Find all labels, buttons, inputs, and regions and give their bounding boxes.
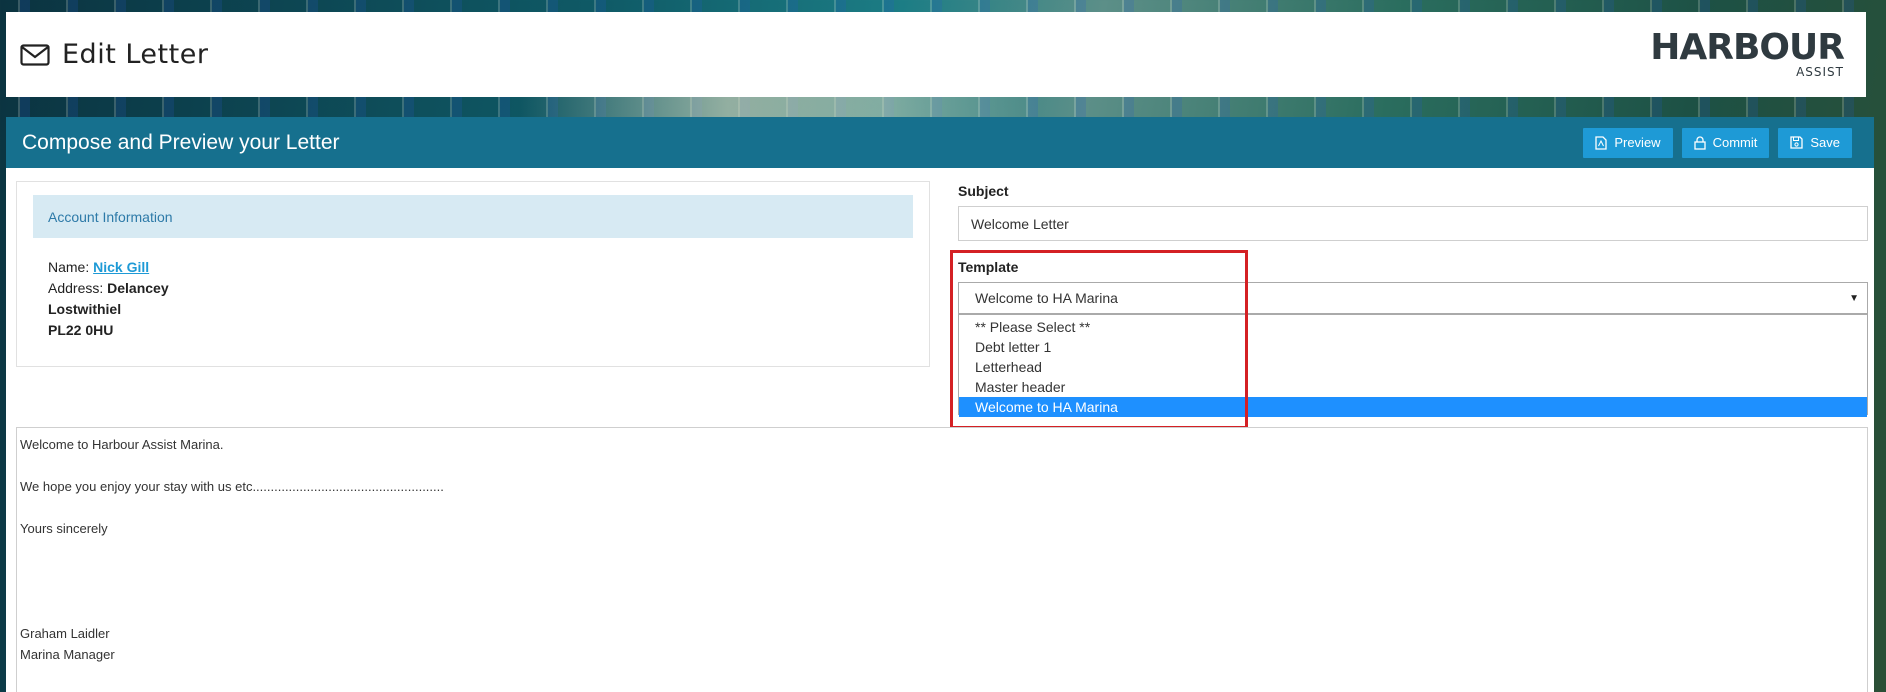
address-line-3: PL22 0HU	[48, 322, 114, 338]
account-name-link[interactable]: Nick Gill	[93, 259, 149, 275]
commit-label: Commit	[1712, 135, 1758, 150]
address-line-3-row: PL22 0HU	[48, 320, 169, 341]
lock-icon	[1693, 135, 1706, 150]
annotation-highlight-box	[950, 250, 1248, 429]
address-line-1: Delancey	[107, 280, 169, 296]
subject-input[interactable]: Welcome Letter	[958, 206, 1868, 241]
account-name-row: Name: Nick Gill	[48, 257, 169, 278]
logo-subtext: ASSIST	[1796, 65, 1844, 79]
page-header: Edit Letter HARBOUR ASSIST	[6, 12, 1866, 97]
account-info-heading: Account Information	[33, 195, 913, 238]
background-beach	[520, 96, 1040, 118]
preview-button[interactable]: Preview	[1583, 127, 1673, 158]
blank-lines	[20, 539, 1864, 623]
account-address-row: Address: Delancey	[48, 278, 169, 299]
letter-line: We hope you enjoy your stay with us etc.…	[20, 479, 444, 494]
account-info-card: Account Information Name: Nick Gill Addr…	[16, 181, 930, 367]
save-label: Save	[1810, 135, 1840, 150]
save-button[interactable]: Save	[1778, 127, 1852, 158]
name-label: Name:	[48, 259, 94, 275]
envelope-icon	[20, 43, 50, 66]
commit-button[interactable]: Commit	[1681, 127, 1770, 158]
address-label: Address:	[48, 280, 108, 296]
floppy-disk-icon	[1790, 136, 1804, 149]
letter-line: Yours sincerely	[20, 521, 108, 536]
letter-body-editor[interactable]: Welcome to Harbour Assist Marina. We hop…	[16, 427, 1868, 692]
preview-label: Preview	[1614, 135, 1661, 150]
logo-wordmark: HARBOUR	[1650, 27, 1845, 68]
compose-panel: Compose and Preview your Letter Preview	[6, 117, 1874, 692]
harbour-assist-logo: HARBOUR ASSIST	[1650, 27, 1845, 80]
account-details: Name: Nick Gill Address: Delancey Lostwi…	[48, 257, 169, 341]
panel-title: Compose and Preview your Letter	[22, 130, 340, 154]
subject-label: Subject	[958, 183, 1009, 199]
title-group: Edit Letter	[20, 39, 208, 70]
address-line-2-row: Lostwithiel	[48, 299, 169, 320]
panel-header: Compose and Preview your Letter Preview	[6, 117, 1874, 168]
letter-line: Graham Laidler	[20, 626, 110, 641]
pdf-file-icon	[1595, 135, 1607, 150]
action-buttons: Preview Commit Save	[1583, 127, 1852, 158]
letter-line: Marina Manager	[20, 647, 115, 662]
address-line-2: Lostwithiel	[48, 301, 122, 317]
page-title: Edit Letter	[62, 39, 209, 70]
letter-line: Welcome to Harbour Assist Marina.	[20, 437, 224, 452]
chevron-down-icon: ▼	[1849, 292, 1859, 304]
